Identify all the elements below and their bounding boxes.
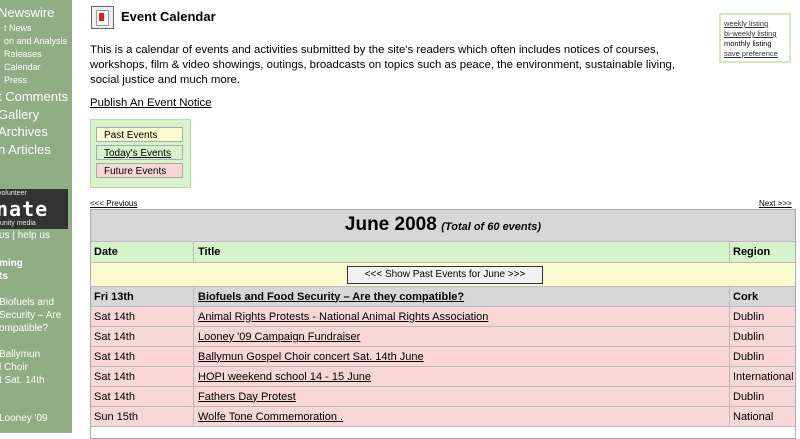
next-link[interactable]: Next >>> bbox=[759, 199, 792, 208]
event-title-cell: Fathers Day Protest bbox=[194, 387, 730, 406]
event-title-cell: HOPI weekend school 14 - 15 June bbox=[194, 367, 730, 386]
donate-banner-word: nate bbox=[0, 197, 49, 221]
event-region: Dublin bbox=[733, 330, 765, 343]
upcoming-item[interactable]: Security – Are bbox=[0, 310, 61, 321]
upcoming-heading-2: ts bbox=[0, 271, 8, 282]
table-row: Sat 14th Animal Rights Protests - Nationa… bbox=[91, 307, 795, 327]
event-title-cell: Ballymun Gospel Choir concert Sat. 14th … bbox=[194, 347, 730, 366]
event-region: Dublin bbox=[733, 310, 765, 323]
donate-banner[interactable]: volunteer nate unity media bbox=[0, 189, 68, 229]
upcoming-item[interactable]: l Choir bbox=[0, 362, 28, 373]
events-table: June 2008 (Total of 60 events) Date Titl… bbox=[90, 209, 796, 439]
future-events-button[interactable]: Future Events bbox=[96, 163, 183, 178]
sidebar-item-archives[interactable]: Archives bbox=[0, 124, 48, 139]
event-title-link[interactable]: Wolfe Tone Commemoration . bbox=[198, 411, 343, 423]
biweekly-listing-link[interactable]: bi-weekly listing bbox=[724, 29, 777, 38]
table-row: Sun 15th Wolfe Tone Commemoration . Nation… bbox=[91, 407, 795, 427]
event-region: Cork bbox=[733, 290, 759, 303]
upcoming-item[interactable]: Biofuels and bbox=[0, 297, 54, 308]
table-row: Sat 14th HOPI weekend school 14 - 15 June… bbox=[91, 367, 795, 387]
table-row: Fri 13th Biofuels and Food Security – Are… bbox=[91, 287, 795, 307]
sidebar-item-analysis[interactable]: on and Analysis bbox=[4, 36, 67, 46]
contact-links[interactable]: us | help us bbox=[0, 230, 50, 241]
sidebar-item-gallery[interactable]: Gallery bbox=[0, 107, 39, 122]
event-title-cell: Biofuels and Food Security – Are they co… bbox=[194, 287, 730, 306]
event-date: Sat 14th bbox=[91, 327, 194, 346]
sidebar-item-releases[interactable]: Releases bbox=[4, 49, 42, 59]
month-title: June 2008 bbox=[344, 214, 437, 235]
save-preference-link[interactable]: save preference bbox=[724, 49, 778, 58]
weekly-listing-link[interactable]: weekly listing bbox=[724, 19, 768, 28]
upcoming-item[interactable]: t Sat. 14th bbox=[0, 375, 45, 386]
sidebar: Newswire t News on and Analysis Releases… bbox=[0, 0, 72, 433]
event-date: Sat 14th bbox=[91, 347, 194, 366]
page-title: Event Calendar bbox=[121, 9, 216, 24]
event-date: Sat 14th bbox=[91, 387, 194, 406]
column-headers: Date Title Region bbox=[91, 242, 795, 263]
past-events-button[interactable]: Past Events bbox=[96, 127, 183, 142]
previous-link[interactable]: <<< Previous bbox=[90, 199, 137, 208]
show-past-row: <<< Show Past Events for June >>> bbox=[91, 263, 795, 287]
upcoming-item[interactable]: Ballymun bbox=[0, 349, 40, 360]
sidebar-item-calendar[interactable]: Calendar bbox=[4, 62, 41, 72]
event-title-cell: Animal Rights Protests - National Animal… bbox=[194, 307, 730, 326]
sidebar-item-comments[interactable]: t Comments bbox=[0, 89, 68, 104]
monthly-listing-current: monthly listing bbox=[724, 39, 772, 48]
donate-banner-top: volunteer bbox=[0, 190, 27, 197]
event-date: Sat 14th bbox=[91, 367, 194, 386]
month-header: June 2008 (Total of 60 events) bbox=[91, 210, 795, 242]
event-total: (Total of 60 events) bbox=[441, 221, 542, 233]
publish-event-link[interactable]: Publish An Event Notice bbox=[90, 97, 212, 109]
column-header-title: Title bbox=[194, 242, 730, 262]
event-title-link[interactable]: Ballymun Gospel Choir concert Sat. 14th … bbox=[198, 351, 424, 363]
show-past-events-button[interactable]: <<< Show Past Events for June >>> bbox=[347, 266, 543, 284]
donate-banner-bottom: unity media bbox=[0, 220, 36, 227]
sidebar-item-news[interactable]: t News bbox=[4, 23, 32, 33]
event-date: Sun 15th bbox=[91, 407, 194, 426]
event-region: Dublin bbox=[733, 390, 765, 403]
event-title-link[interactable]: HOPI weekend school 14 - 15 June bbox=[198, 371, 371, 383]
table-row: Sat 14th Ballymun Gospel Choir concert Sa… bbox=[91, 347, 795, 367]
event-region: Dublin bbox=[733, 350, 765, 363]
sidebar-item-articles[interactable]: n Articles bbox=[0, 142, 51, 157]
column-header-region: Region bbox=[733, 246, 771, 258]
table-row: Sat 14th Fathers Day Protest Dublin bbox=[91, 387, 795, 407]
table-row: Sat 14th Looney '09 Campaign Fundraiser Du… bbox=[91, 327, 795, 347]
upcoming-item[interactable]: Looney '09 bbox=[0, 413, 48, 424]
event-region: International bbox=[733, 370, 794, 383]
column-header-date: Date bbox=[91, 242, 194, 262]
event-region: National bbox=[733, 410, 774, 423]
event-title-cell: Looney '09 Campaign Fundraiser bbox=[194, 327, 730, 346]
event-title-link[interactable]: Fathers Day Protest bbox=[198, 391, 296, 403]
event-date: Sat 14th bbox=[91, 307, 194, 326]
sidebar-item-press[interactable]: Press bbox=[4, 75, 27, 85]
event-title-link[interactable]: Animal Rights Protests - National Animal… bbox=[198, 311, 488, 323]
view-options: weekly listing bi-weekly listing monthly… bbox=[719, 13, 791, 63]
upcoming-heading: ming bbox=[0, 258, 23, 269]
event-filter-box: Past Events Today's Events Future Events bbox=[90, 119, 191, 188]
intro-text: This is a calendar of events and activit… bbox=[90, 44, 676, 86]
event-title-link[interactable]: Looney '09 Campaign Fundraiser bbox=[198, 331, 360, 343]
calendar-icon bbox=[91, 6, 114, 29]
upcoming-item[interactable]: ompatible? bbox=[0, 323, 48, 334]
sidebar-item-newswire[interactable]: Newswire bbox=[0, 5, 54, 20]
todays-events-button[interactable]: Today's Events bbox=[96, 145, 183, 160]
event-title-cell: Wolfe Tone Commemoration . bbox=[194, 407, 730, 426]
event-title-link[interactable]: Biofuels and Food Security – Are they co… bbox=[198, 291, 464, 303]
event-date: Fri 13th bbox=[91, 287, 194, 306]
